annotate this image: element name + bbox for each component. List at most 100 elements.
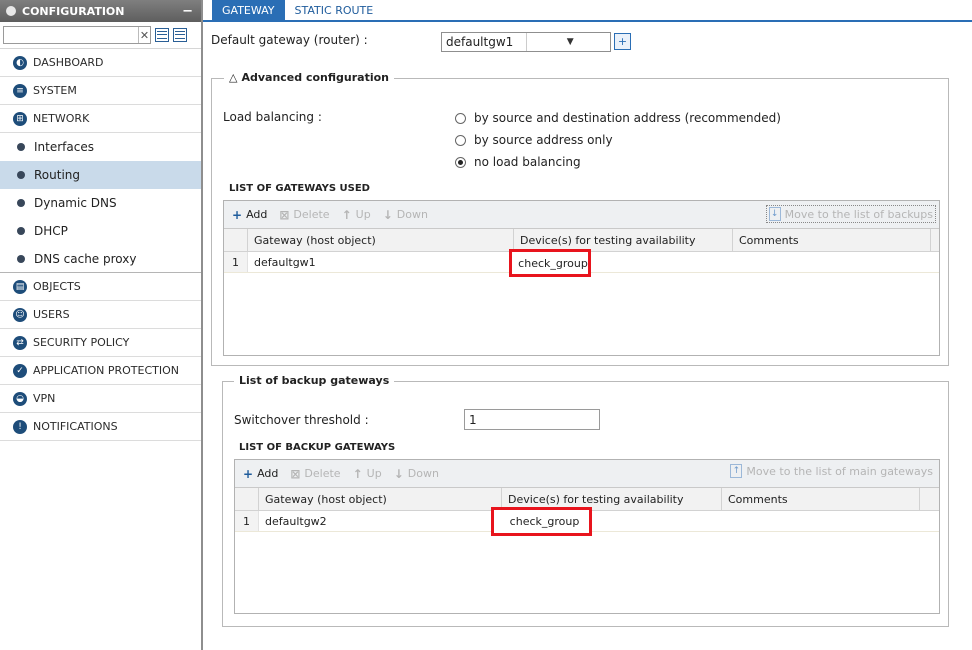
radio-source-destination[interactable]: by source and destination address (recom… <box>455 111 781 125</box>
radio-selected-icon <box>455 156 466 168</box>
column-header[interactable]: Device(s) for testing availability <box>514 229 733 251</box>
arrow-up-icon: ↑ <box>352 466 363 481</box>
radio-no-load-balancing[interactable]: no load balancing <box>455 155 581 169</box>
sidebar-item-label: SECURITY POLICY <box>33 336 130 349</box>
sidebar-title: CONFIGURATION <box>22 4 125 18</box>
sidebar-item-dashboard[interactable]: ◐ DASHBOARD <box>0 49 201 77</box>
row-number: 1 <box>235 511 259 531</box>
plus-icon: + <box>232 207 243 222</box>
advanced-config-legend[interactable]: △ Advanced configuration <box>224 71 394 84</box>
default-gateway-row: Default gateway (router) : <box>211 33 368 47</box>
up-button[interactable]: ↑ Up <box>342 208 371 222</box>
gateways-list-title: LIST OF GATEWAYS USED <box>229 183 370 194</box>
backup-gateways-title: List of backup gateways <box>239 374 390 387</box>
radio-icon <box>455 134 466 146</box>
delete-button[interactable]: ⊠ Delete <box>279 208 329 222</box>
up-button[interactable]: ↑ Up <box>353 467 382 481</box>
table-row[interactable]: 1 defaultgw1 check_group <box>224 249 939 277</box>
down-button[interactable]: ↓ Down <box>394 467 439 481</box>
row-number: 1 <box>224 252 248 272</box>
gateway-cell[interactable]: defaultgw2 <box>259 511 502 531</box>
security-policy-icon: ⇄ <box>13 335 27 350</box>
bullet-icon <box>17 171 25 179</box>
bullet-icon <box>17 143 25 151</box>
search-input[interactable] <box>4 28 138 42</box>
sidebar-subitem-dhcp[interactable]: DHCP <box>0 217 201 245</box>
backup-gateways-legend: List of backup gateways <box>234 374 395 387</box>
application-protection-icon: ✓ <box>13 363 27 378</box>
delete-button[interactable]: ⊠ Delete <box>290 467 340 481</box>
comments-cell[interactable] <box>733 252 931 272</box>
sidebar-header: CONFIGURATION − <box>0 0 201 22</box>
down-button[interactable]: ↓ Down <box>383 208 428 222</box>
switchover-threshold-input[interactable]: 1 <box>464 409 600 430</box>
sidebar-subitem-label: DHCP <box>34 224 68 238</box>
sidebar-item-vpn[interactable]: ◒ VPN <box>0 385 201 413</box>
backup-gateways-panel: List of backup gateways Switchover thres… <box>222 374 949 627</box>
sidebar-item-system[interactable]: ≡ SYSTEM <box>0 77 201 105</box>
sidebar-item-label: NETWORK <box>33 112 90 125</box>
collapse-all-icon[interactable] <box>155 28 169 42</box>
backup-grid: + Add ⊠ Delete ↑ Up ↓ Down ↑ Move to the… <box>234 459 940 614</box>
move-to-backups-button[interactable]: ↓ Move to the list of backups <box>765 205 936 223</box>
expand-all-icon[interactable] <box>173 28 187 42</box>
up-label: Up <box>355 208 371 221</box>
row-number-header <box>235 488 259 510</box>
backup-list-title: LIST OF BACKUP GATEWAYS <box>239 442 396 453</box>
sidebar-item-label: USERS <box>33 308 70 321</box>
add-label: Add <box>257 467 279 480</box>
sidebar-item-network[interactable]: ⊞ NETWORK <box>0 105 201 133</box>
load-balancing-label: Load balancing : <box>223 110 322 124</box>
move-up-icon: ↑ <box>730 464 743 478</box>
vpn-icon: ◒ <box>13 391 27 406</box>
move-down-icon: ↓ <box>768 207 781 221</box>
column-header[interactable]: Comments <box>733 229 931 251</box>
switchover-threshold-label: Switchover threshold : <box>234 413 369 427</box>
gateways-toolbar: + Add ⊠ Delete ↑ Up ↓ Down ↓ Move to the… <box>224 201 939 229</box>
network-icon: ⊞ <box>13 111 27 126</box>
sidebar-item-security-policy[interactable]: ⇄ SECURITY POLICY <box>0 329 201 357</box>
column-header[interactable]: Gateway (host object) <box>248 229 514 251</box>
tab-gateway[interactable]: GATEWAY <box>212 0 285 20</box>
sidebar-item-users[interactable]: ☺ USERS <box>0 301 201 329</box>
objects-icon: ▤ <box>13 279 27 294</box>
column-header[interactable]: Gateway (host object) <box>259 488 502 510</box>
clear-icon[interactable]: ✕ <box>138 27 150 43</box>
arrow-down-icon: ↓ <box>393 466 404 481</box>
sidebar-subitem-dns-cache-proxy[interactable]: DNS cache proxy <box>0 245 201 273</box>
sidebar-subitem-label: DNS cache proxy <box>34 251 137 266</box>
default-gateway-select[interactable]: defaultgw1 ▼ <box>441 32 611 52</box>
sidebar-subitem-label: Routing <box>34 168 81 182</box>
table-row[interactable]: 1 defaultgw2 check_group <box>235 507 939 536</box>
add-label: Add <box>246 208 268 221</box>
sidebar-subitem-interfaces[interactable]: Interfaces <box>0 133 201 161</box>
add-button[interactable]: + Add <box>232 208 267 222</box>
tab-static-route[interactable]: STATIC ROUTE <box>285 0 384 20</box>
arrow-up-icon: ↑ <box>341 207 352 222</box>
move-to-main-button[interactable]: ↑ Move to the list of main gateways <box>730 464 933 478</box>
radio-label: by source address only <box>474 133 613 147</box>
collapse-button[interactable]: − <box>182 4 193 19</box>
sidebar-item-application-protection[interactable]: ✓ APPLICATION PROTECTION <box>0 357 201 385</box>
add-object-icon[interactable]: + <box>614 33 631 50</box>
sidebar-subitem-routing[interactable]: Routing <box>0 161 201 189</box>
default-gateway-value: defaultgw1 <box>446 35 514 49</box>
sidebar-item-label: DASHBOARD <box>33 56 104 69</box>
column-header[interactable]: Comments <box>722 488 920 510</box>
device-cell-highlight[interactable]: check_group <box>509 249 591 277</box>
sidebar-item-label: NOTIFICATIONS <box>33 420 118 433</box>
sidebar-item-notifications[interactable]: ! NOTIFICATIONS <box>0 413 201 441</box>
config-icon <box>6 6 16 16</box>
comments-cell[interactable] <box>722 511 920 531</box>
delete-icon: ⊠ <box>279 207 290 222</box>
backup-toolbar: + Add ⊠ Delete ↑ Up ↓ Down ↑ Move to the… <box>235 460 939 488</box>
chevron-down-icon[interactable]: ▼ <box>525 33 611 51</box>
sidebar-item-label: OBJECTS <box>33 280 81 293</box>
add-button[interactable]: + Add <box>243 467 278 481</box>
search-box: ✕ <box>3 26 151 44</box>
sidebar-item-objects[interactable]: ▤ OBJECTS <box>0 273 201 301</box>
sidebar-subitem-dynamic-dns[interactable]: Dynamic DNS <box>0 189 201 217</box>
gateway-cell[interactable]: defaultgw1 <box>248 252 514 272</box>
radio-source-only[interactable]: by source address only <box>455 133 613 147</box>
device-cell-highlight[interactable]: check_group <box>491 507 592 536</box>
